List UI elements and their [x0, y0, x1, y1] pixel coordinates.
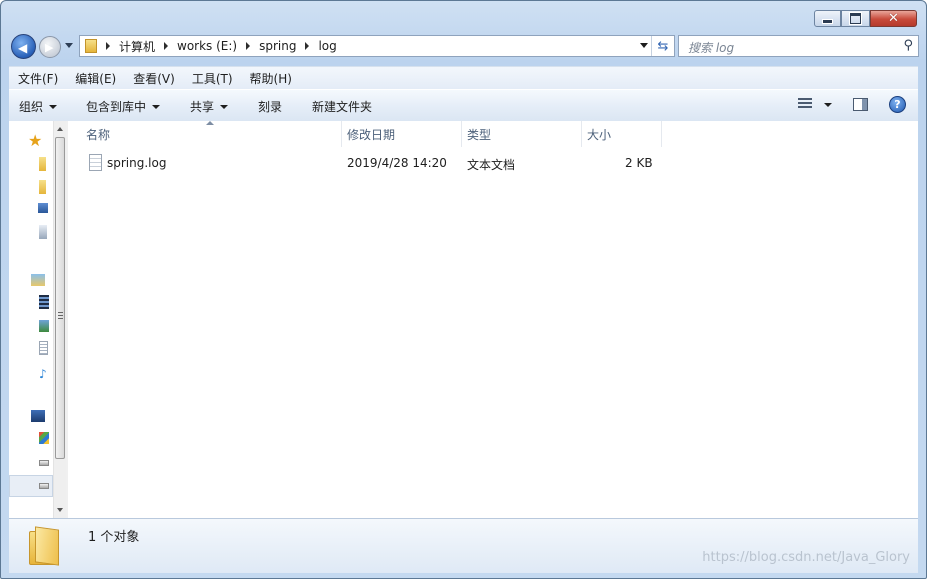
favorites-star-icon[interactable]: ★	[28, 131, 44, 150]
navigation-bar: ◀ ▶ 计算机 works (E:) spring log ⇆ 搜索 log ⚲	[9, 34, 919, 60]
column-type-label: 类型	[467, 127, 492, 142]
grip-icon	[58, 312, 63, 319]
menu-tools[interactable]: 工具(T)	[183, 70, 241, 87]
chevron-down-icon	[49, 104, 58, 109]
column-header-modified[interactable]: 修改日期	[341, 121, 461, 147]
back-button[interactable]: ◀	[11, 34, 36, 59]
menu-view[interactable]: 查看(V)	[124, 70, 183, 87]
address-dropdown-icon[interactable]	[640, 43, 648, 48]
column-separator[interactable]	[661, 121, 662, 147]
selected-drive-row[interactable]	[9, 475, 53, 497]
forward-button[interactable]: ▶	[39, 36, 61, 58]
drive-icon[interactable]	[39, 460, 49, 466]
text-file-icon	[89, 154, 102, 171]
menu-bar: 文件(F) 编辑(E) 查看(V) 工具(T) 帮助(H)	[9, 66, 918, 89]
menu-help[interactable]: 帮助(H)	[241, 70, 300, 87]
minimize-button[interactable]	[814, 10, 841, 27]
maximize-button[interactable]	[841, 10, 870, 27]
new-folder-button[interactable]: 新建文件夹	[312, 98, 372, 115]
breadcrumb-spring[interactable]: spring	[259, 39, 296, 53]
folder-icon	[27, 525, 63, 566]
breadcrumb-separator-icon[interactable]	[246, 42, 251, 50]
computer-icon[interactable]	[31, 410, 45, 422]
help-button[interactable]: ?	[889, 96, 906, 113]
music-library-icon[interactable]: ♪	[39, 367, 48, 381]
maximize-icon	[850, 13, 861, 24]
breadcrumb-log[interactable]: log	[318, 39, 336, 53]
system-drive-icon[interactable]	[39, 432, 49, 444]
column-size-label: 大小	[587, 127, 612, 142]
column-header-size[interactable]: 大小	[581, 121, 661, 147]
command-bar: 组织 包含到库中 共享 刻录 新建文件夹 ?	[9, 89, 918, 122]
breadcrumb-separator-icon[interactable]	[164, 42, 169, 50]
preview-pane-icon[interactable]	[853, 98, 868, 111]
folder-icon	[85, 39, 97, 53]
navigation-pane: ★ ♪	[9, 121, 53, 518]
column-modified-label: 修改日期	[347, 127, 396, 142]
view-dropdown-icon[interactable]	[824, 103, 832, 107]
drive-icon	[39, 483, 49, 489]
column-name-label: 名称	[86, 127, 111, 142]
caption-buttons: ✕	[814, 10, 917, 27]
forward-arrow-icon: ▶	[45, 41, 54, 54]
libraries-icon[interactable]	[31, 274, 45, 286]
file-list: 名称 修改日期 类型 大小 spring.log 2019/4/28 14:20…	[68, 121, 918, 518]
search-icon[interactable]: ⚲	[903, 38, 913, 53]
videos-library-icon[interactable]	[39, 295, 49, 309]
scroll-down-icon[interactable]	[57, 508, 63, 512]
recent-places-icon[interactable]	[38, 203, 48, 213]
address-bar[interactable]: 计算机 works (E:) spring log ⇆	[79, 35, 675, 57]
minimize-icon	[822, 19, 833, 24]
file-type: 文本文档	[467, 158, 516, 172]
share-label: 共享	[190, 100, 215, 114]
organize-button[interactable]: 组织	[19, 98, 58, 115]
pictures-library-icon[interactable]	[39, 320, 49, 332]
breadcrumb-separator-icon[interactable]	[305, 42, 310, 50]
new-folder-label: 新建文件夹	[312, 100, 373, 114]
menu-file[interactable]: 文件(F)	[9, 70, 66, 87]
back-arrow-icon: ◀	[18, 41, 28, 55]
file-size: 2 KB	[625, 156, 653, 170]
content-area: ★ ♪ 名称 修改日期 类型 大小 spring.log 2019/4/28 1…	[9, 121, 918, 518]
desktop-folder-icon[interactable]	[39, 180, 46, 194]
item-count: 1 个对象	[88, 530, 140, 545]
include-in-library-button[interactable]: 包含到库中	[86, 98, 161, 115]
search-placeholder: 搜索 log	[688, 41, 735, 55]
refresh-icon: ⇆	[657, 38, 669, 54]
search-box[interactable]: 搜索 log ⚲	[678, 35, 919, 57]
help-icon: ?	[894, 98, 901, 111]
documents-library-icon[interactable]	[39, 341, 48, 355]
file-modified: 2019/4/28 14:20	[347, 156, 447, 170]
chevron-down-icon	[152, 104, 161, 109]
menu-edit[interactable]: 编辑(E)	[66, 70, 124, 87]
recent-pages-dropdown-icon[interactable]	[65, 43, 73, 48]
navigation-scrollbar[interactable]	[53, 121, 67, 518]
burn-label: 刻录	[258, 100, 283, 114]
column-header-name[interactable]: 名称	[80, 121, 342, 147]
include-in-library-label: 包含到库中	[86, 100, 147, 114]
breadcrumb-drive[interactable]: works (E:)	[177, 39, 237, 53]
breadcrumb-separator-icon[interactable]	[106, 42, 110, 50]
details-pane: 1 个对象 https://blog.csdn.net/Java_Glory	[9, 518, 918, 573]
network-item-icon[interactable]	[39, 225, 47, 239]
downloads-folder-icon[interactable]	[39, 157, 46, 171]
watermark: https://blog.csdn.net/Java_Glory	[702, 550, 910, 565]
table-row[interactable]: spring.log 2019/4/28 14:20 文本文档 2 KB	[68, 153, 918, 173]
column-header-type[interactable]: 类型	[461, 121, 581, 147]
scrollbar-thumb[interactable]	[55, 137, 65, 459]
view-options-icon[interactable]	[798, 98, 812, 110]
share-button[interactable]: 共享	[190, 98, 229, 115]
close-icon: ✕	[888, 11, 899, 26]
chevron-down-icon	[220, 104, 229, 109]
burn-button[interactable]: 刻录	[258, 98, 282, 115]
explorer-window: ✕ ◀ ▶ 计算机 works (E:) spring log ⇆ 搜索 log…	[0, 0, 927, 579]
refresh-button[interactable]: ⇆	[651, 36, 674, 56]
organize-label: 组织	[19, 100, 44, 114]
scroll-up-icon[interactable]	[57, 127, 63, 131]
breadcrumb-computer[interactable]: 计算机	[119, 38, 155, 55]
close-button[interactable]: ✕	[870, 10, 917, 27]
file-name: spring.log	[107, 156, 167, 170]
breadcrumb: 计算机 works (E:) spring log	[97, 38, 337, 55]
